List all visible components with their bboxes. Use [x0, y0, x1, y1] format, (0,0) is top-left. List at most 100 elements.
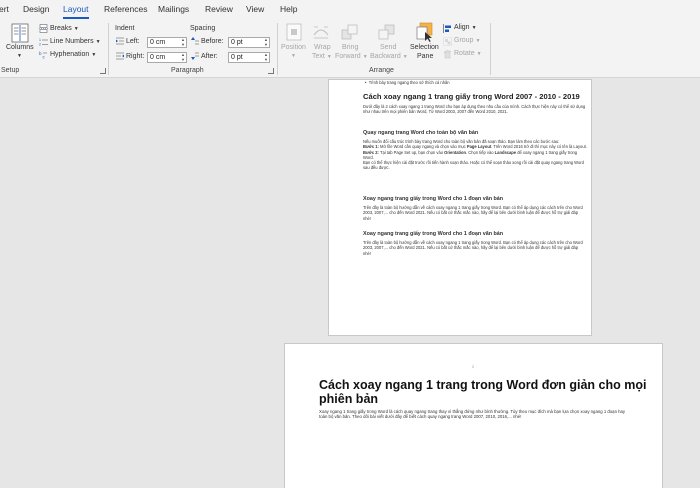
page-setup-group-label: Setup: [1, 67, 20, 74]
spacing-after-spinner[interactable]: ▲ ▼: [264, 52, 268, 62]
position-icon: [286, 23, 302, 41]
doc2-paragraph: Xoay ngang 1 trang giấy trong Word là cá…: [319, 409, 626, 420]
hyphenation-icon: b c: [39, 51, 47, 60]
columns-label: Columns: [6, 44, 34, 51]
spacing-before-value: 0 pt: [231, 39, 243, 46]
breaks-icon: [39, 24, 48, 33]
align-icon: [443, 24, 451, 33]
wrap-text-label-2: Text ▼: [312, 53, 332, 60]
section1-outro: Bạn có thể thực hiện cài đặt trước rồi t…: [363, 160, 584, 171]
breaks-label: Breaks: [50, 25, 72, 32]
section3-text: Trên đây là toàn bộ hướng dẫn về cách xo…: [363, 240, 583, 256]
tab-mailings[interactable]: Mailings: [158, 4, 189, 14]
line-numbers-icon: 1 2: [39, 38, 48, 47]
wrap-text-icon: [313, 26, 329, 39]
doc2-title: Cách xoay ngang 1 trang trong Word đơn g…: [319, 378, 647, 406]
doc1-title: Cách xoay ngang 1 trang giấy trong Word …: [363, 92, 580, 101]
spacing-before-spinner[interactable]: ▲ ▼: [264, 37, 268, 47]
tab-design[interactable]: Design: [23, 4, 49, 14]
rotate-icon: [443, 50, 452, 59]
indent-right-spinner[interactable]: ▲ ▼: [181, 52, 185, 62]
indent-left-label: Left:: [126, 38, 140, 45]
document-canvas[interactable]: • Trình bày trang ngang theo sở thích cá…: [0, 79, 700, 488]
indent-right-input[interactable]: 0 cm ▲ ▼: [147, 52, 187, 63]
tab-review[interactable]: Review: [205, 4, 233, 14]
send-backward-label-2: Backward ▼: [370, 53, 408, 60]
line-numbers-button[interactable]: Line Numbers ▼: [50, 38, 101, 45]
document-page-2[interactable]: 2 Cách xoay ngang 1 trang trong Word đơn…: [284, 343, 663, 488]
ribbon-tabs: ert Design Layout References Mailings Re…: [0, 0, 700, 20]
columns-dropdown-caret[interactable]: ▼: [17, 53, 22, 59]
indent-right-value: 0 cm: [150, 54, 166, 61]
svg-text:1: 1: [39, 38, 41, 42]
selection-pane-label-2: Pane: [417, 53, 434, 60]
spacing-after-value: 0 pt: [231, 54, 243, 61]
tab-references[interactable]: References: [104, 4, 147, 14]
paragraph-launcher[interactable]: [268, 68, 274, 74]
svg-text:c: c: [43, 55, 46, 60]
tab-insert[interactable]: ert: [0, 4, 9, 14]
indent-left-icon: [116, 37, 124, 45]
document-page-1[interactable]: • Trình bày trang ngang theo sở thích cá…: [328, 79, 592, 336]
bring-forward-button[interactable]: [341, 23, 359, 46]
align-button[interactable]: Align ▼: [454, 24, 477, 31]
send-backward-label-1: Send: [380, 44, 397, 51]
page-setup-launcher[interactable]: [100, 68, 106, 74]
group-button[interactable]: Group ▼: [454, 37, 480, 44]
paragraph-group-label: Paragraph: [171, 67, 204, 74]
breaks-button[interactable]: Breaks ▼: [50, 25, 79, 32]
indent-left-input[interactable]: 0 cm ▲ ▼: [147, 37, 187, 48]
position-button[interactable]: [285, 23, 303, 46]
rotate-button[interactable]: Rotate ▼: [454, 50, 482, 57]
group-separator: [277, 23, 278, 75]
position-label: Position: [281, 44, 306, 51]
arrange-group-label: Arrange: [369, 67, 394, 74]
group-icon: [443, 37, 452, 46]
send-backward-icon: [378, 24, 395, 40]
indent-right-label: Right:: [126, 53, 145, 60]
bring-forward-label-2: Forward ▼: [335, 53, 368, 60]
rotate-label: Rotate: [454, 50, 475, 57]
tab-view[interactable]: View: [246, 4, 264, 14]
bullet-item: • Trình bày trang ngang theo sở thích cá…: [365, 80, 450, 85]
spacing-before-icon: [191, 37, 199, 45]
spacing-header: Spacing: [190, 25, 216, 32]
align-label: Align: [454, 24, 470, 31]
spacing-before-label: Before:: [201, 38, 224, 45]
spacing-before-input[interactable]: 0 pt ▲ ▼: [228, 37, 270, 48]
bring-forward-label-1: Bring: [342, 44, 359, 51]
ribbon: Columns ▼ Breaks ▼ 1 2 Line Numbers ▼ b c …: [0, 20, 700, 78]
doc1-intro: Dưới đây là 2 cách xoay ngang 1 trang Wo…: [363, 104, 586, 115]
send-backward-button[interactable]: [378, 23, 396, 46]
line-numbers-label: Line Numbers: [50, 38, 94, 45]
section1-body: Nếu muốn đổi cấu trúc trình bày trang Wo…: [363, 139, 587, 171]
tab-help[interactable]: Help: [280, 4, 297, 14]
active-tab-indicator: [63, 17, 89, 19]
section1-heading: Quay ngang trang Word cho toàn bộ văn bả…: [363, 130, 479, 136]
indent-left-value: 0 cm: [150, 39, 166, 46]
hyphenation-button[interactable]: Hyphenation ▼: [50, 51, 96, 58]
wrap-text-label-1: Wrap: [314, 44, 331, 51]
spacing-after-icon: [191, 52, 199, 60]
group-label: Group: [454, 37, 474, 44]
wrap-text-button[interactable]: [312, 23, 330, 46]
selection-pane-label-1: Selection: [410, 44, 439, 51]
step-2: Bước 2: Tại tab Page Set up, bạn chọn và…: [363, 149, 578, 160]
tab-layout[interactable]: Layout: [63, 4, 89, 14]
section2-heading: Xoay ngang trang giấy trong Word cho 1 đ…: [363, 196, 504, 202]
section3-heading: Xoay ngang trang giấy trong Word cho 1 đ…: [363, 231, 504, 237]
selection-pane-icon: [416, 22, 433, 42]
section2-text: Trên đây là toàn bộ hướng dẫn về cách xo…: [363, 205, 583, 221]
columns-icon: [11, 23, 29, 43]
indent-left-spinner[interactable]: ▲ ▼: [181, 37, 185, 47]
page-number: 2: [472, 364, 475, 369]
indent-header: Indent: [115, 25, 135, 32]
svg-text:2: 2: [39, 43, 41, 47]
spacing-after-input[interactable]: 0 pt ▲ ▼: [228, 52, 270, 63]
position-caret[interactable]: ▼: [291, 53, 296, 59]
bring-forward-icon: [341, 24, 358, 40]
group-separator: [490, 23, 491, 75]
hyphenation-label: Hyphenation: [50, 51, 90, 58]
indent-right-icon: [116, 52, 124, 60]
spacing-after-label: After:: [201, 53, 218, 60]
